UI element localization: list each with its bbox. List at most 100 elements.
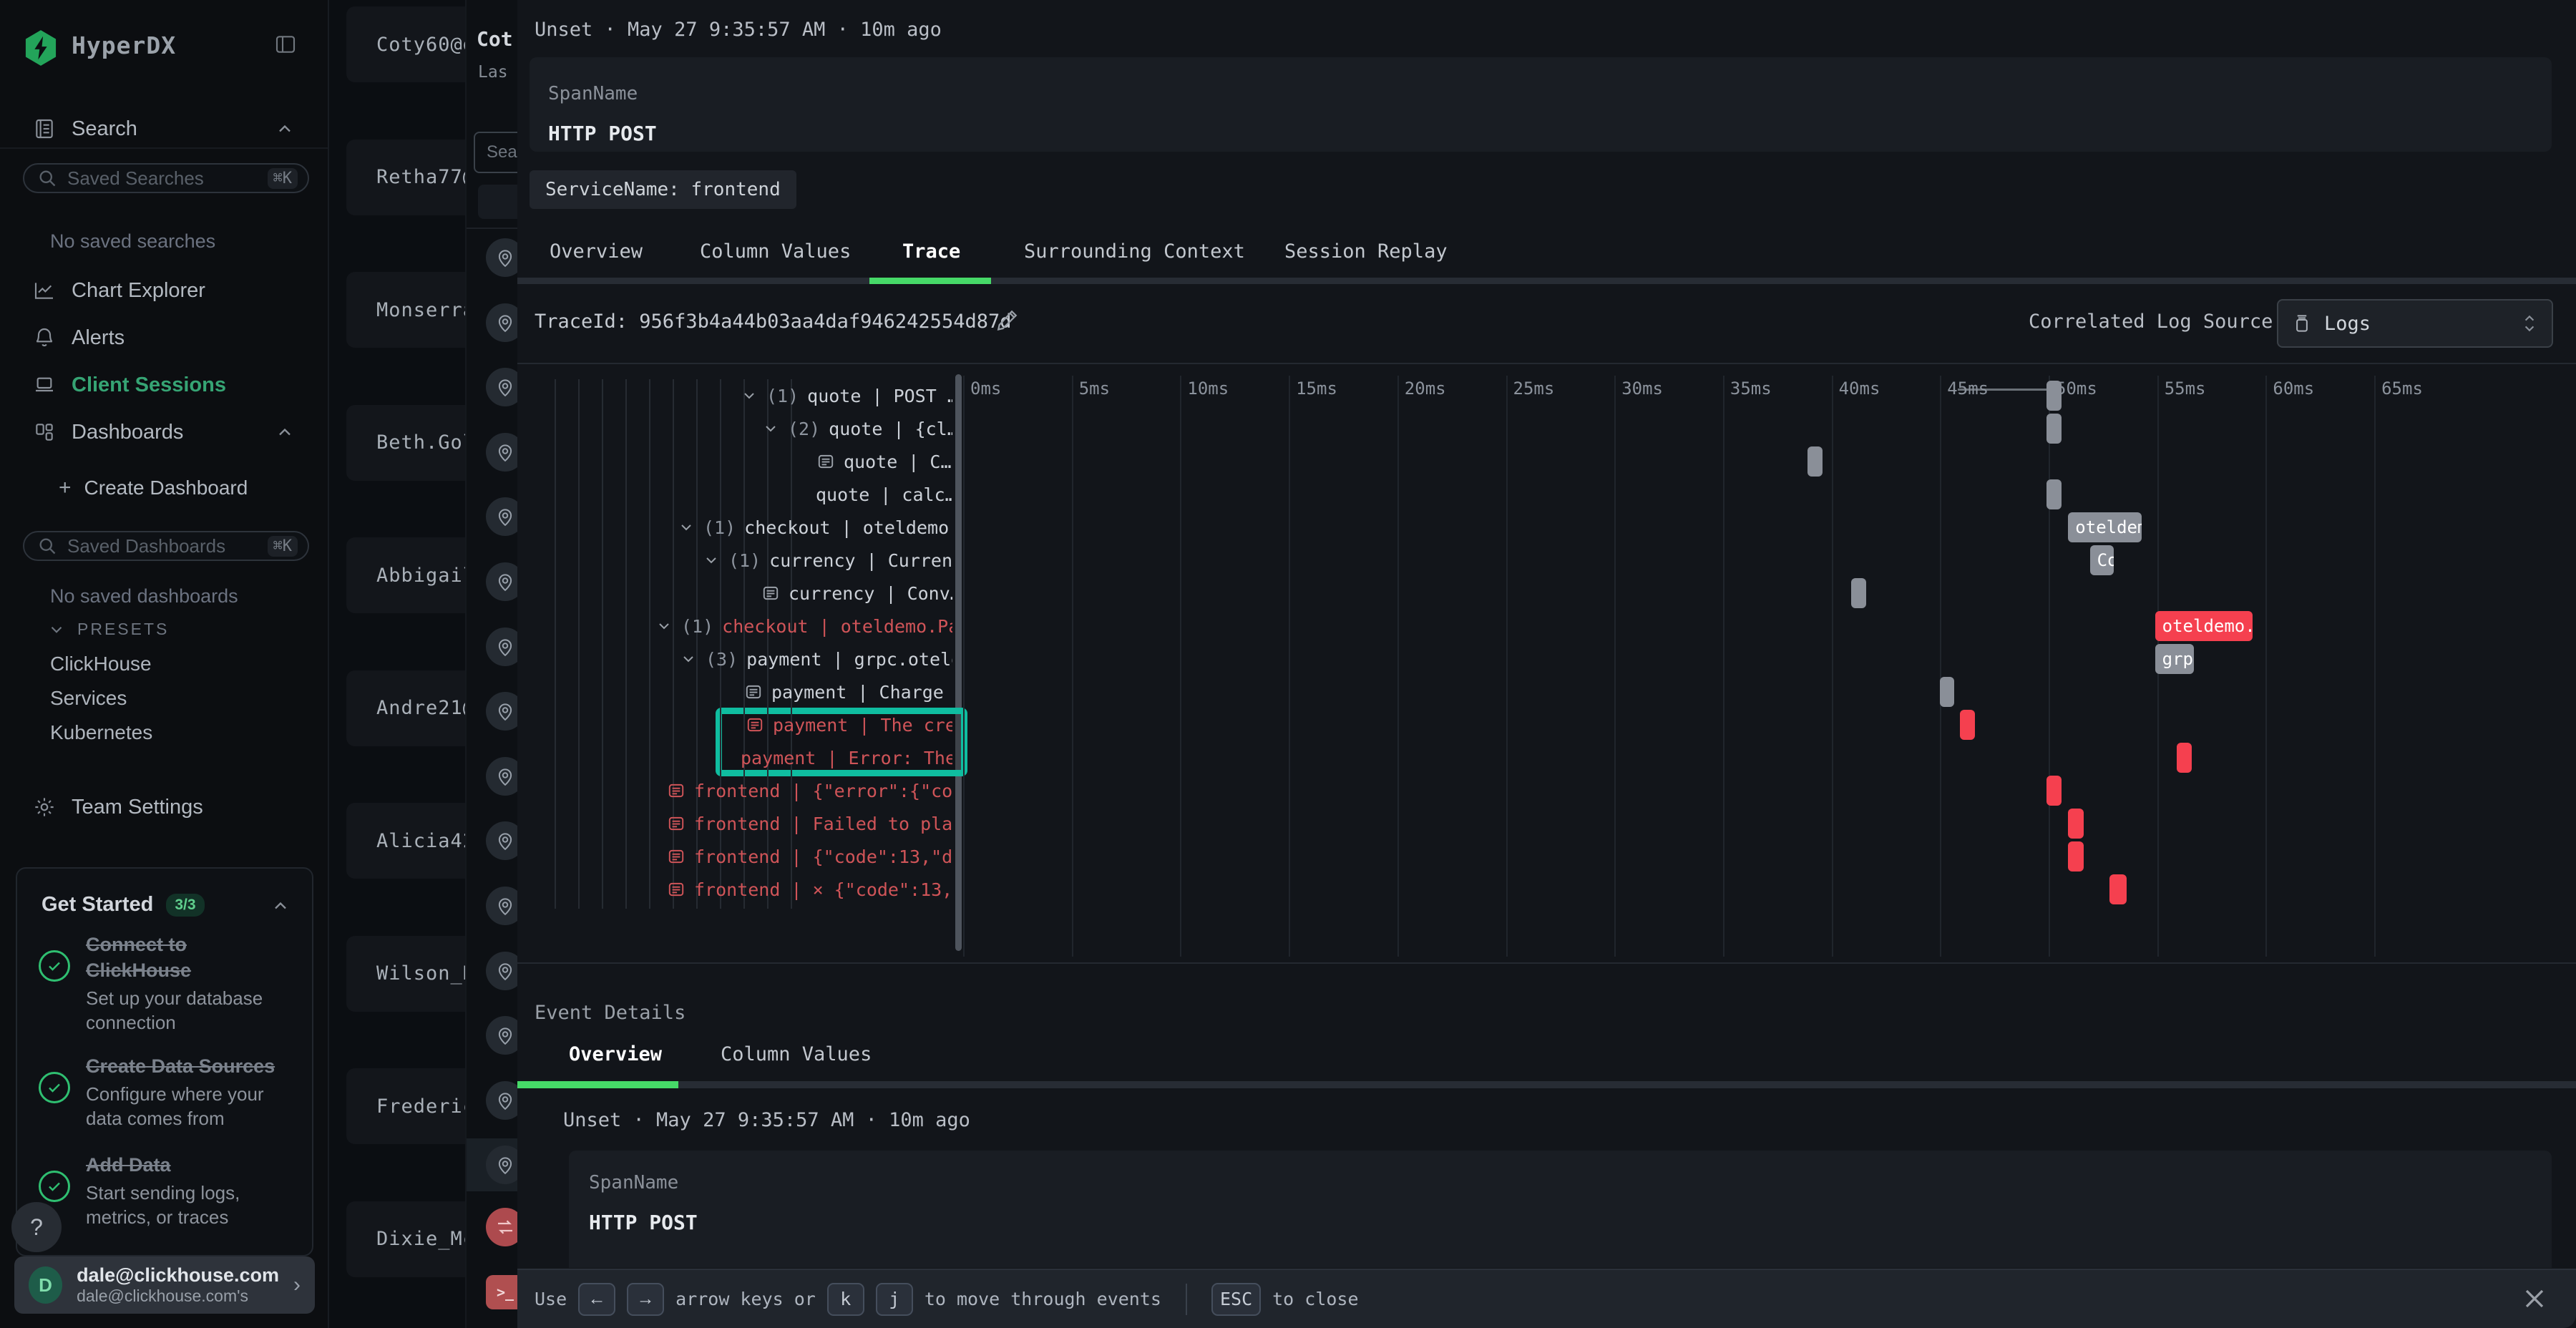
j-key[interactable]: j [876,1283,913,1316]
sidebar-item-alerts[interactable]: Alerts [0,319,329,356]
session-search-input[interactable]: Sea [474,132,517,173]
trace-tree-row[interactable]: frontend | {"error":{"code… [667,776,952,805]
trace-tree-row[interactable]: quote | calc… [816,480,952,509]
span-duration-bar[interactable] [2046,479,2062,509]
sidebar-item-client-sessions[interactable]: Client Sessions [0,366,329,404]
session-list-item[interactable]: Coty60@g [346,6,465,82]
get-started-step[interactable]: Create Data SourcesConfigure where your … [39,1053,296,1131]
map-pin-icon[interactable] [486,757,517,796]
session-list-item[interactable]: Abbigail [346,537,465,613]
chevron-up-icon[interactable] [275,422,295,442]
event-tab-overview[interactable]: Overview [569,1043,662,1065]
tab-trace[interactable]: Trace [902,240,960,269]
sidebar-section-search[interactable]: Search [0,110,329,147]
span-duration-bar[interactable] [2046,414,2062,444]
map-pin-icon[interactable] [486,1016,517,1055]
trace-tree-row[interactable]: frontend | Failed to place… [667,809,952,838]
divider [467,228,517,229]
map-pin-icon[interactable] [486,1081,517,1120]
map-pin-icon[interactable] [486,628,517,666]
saved-dashboards-input[interactable]: Saved Dashboards ⌘K [23,531,309,561]
trace-tree-row[interactable]: payment | Error: The … [741,743,952,772]
trace-tree-row[interactable]: quote | C… [816,447,952,476]
trace-tree-row[interactable]: (1)checkout | oteldemo.… [678,513,952,542]
span-duration-bar[interactable] [2068,841,2083,872]
trace-tree-row[interactable]: (1)currency | Currenc… [703,546,952,575]
trace-tree-row[interactable]: payment | Charge … [744,678,952,706]
edit-pencil-icon[interactable] [995,308,1020,332]
span-duration-bar[interactable] [2068,809,2083,839]
get-started-step[interactable]: Connect to ClickHouseSet up your databas… [39,932,296,1035]
tab-column-values[interactable]: Column Values [700,240,851,269]
close-icon[interactable] [2519,1283,2550,1314]
session-list-item[interactable]: Alicia42 [346,803,465,879]
trace-tree-row[interactable]: (3)payment | grpc.oteld… [680,645,952,673]
tab-surrounding-context[interactable]: Surrounding Context [1024,240,1245,269]
session-button-fragment[interactable] [478,185,517,219]
span-duration-bar[interactable]: oteldemo. [2155,611,2253,641]
sidebar-item-dashboards[interactable]: Dashboards [0,414,329,451]
log-source-select[interactable]: Logs [2277,299,2553,348]
span-duration-bar[interactable]: oteldemo. [2068,512,2142,542]
terminal-icon[interactable]: >_ [486,1275,517,1309]
map-pin-icon[interactable] [486,368,517,406]
chevron-up-icon[interactable] [275,119,295,139]
collapse-sidebar-icon[interactable] [273,33,298,56]
swap-arrows-icon[interactable] [486,1208,517,1246]
map-pin-icon[interactable] [486,821,517,860]
span-duration-bar[interactable] [1807,446,1823,477]
session-list-item[interactable]: Retha77@ [346,140,465,215]
trace-tree-row[interactable]: (1)checkout | oteldemo.Pa… [655,612,952,640]
trace-tree-row[interactable]: (2)quote | {cl… [762,414,952,443]
esc-key[interactable]: ESC [1211,1283,1261,1316]
tab-overview[interactable]: Overview [550,240,643,269]
trace-tree-row[interactable]: payment | The cre… [746,711,952,739]
map-pin-icon[interactable] [486,433,517,472]
span-duration-bar[interactable]: grpc. [2155,644,2195,674]
span-duration-bar[interactable] [1960,710,1975,740]
map-pin-icon[interactable] [486,238,517,277]
service-name-chip[interactable]: ServiceName: frontend [530,170,796,209]
trace-tree-row[interactable]: frontend | {"code":13,"det… [667,842,952,871]
tab-session-replay[interactable]: Session Replay [1284,240,1448,269]
help-button[interactable]: ? [11,1202,62,1252]
waterfall-scrollbar[interactable] [955,374,962,951]
span-duration-bar[interactable] [1851,578,1866,608]
trace-tree-row[interactable]: currency | Conv… [761,579,952,607]
session-list-item[interactable]: Beth.Gol [346,405,465,481]
event-tab-column-values[interactable]: Column Values [721,1043,872,1065]
map-pin-icon[interactable] [486,887,517,925]
trace-tree-row[interactable]: (1)quote | POST … [741,381,952,410]
session-list-item[interactable]: Wilson_H [346,936,465,1012]
session-list-item[interactable]: Dixie_Mc [346,1201,465,1277]
create-dashboard-button[interactable]: + Create Dashboard [0,469,329,507]
arrow-left-key[interactable]: ← [578,1283,615,1316]
sidebar-item-team-settings[interactable]: Team Settings [0,788,329,826]
arrow-right-key[interactable]: → [627,1283,664,1316]
span-duration-bar[interactable] [1940,677,1954,707]
get-started-step[interactable]: Add DataStart sending logs, metrics, or … [39,1152,296,1229]
preset-services[interactable]: Services [50,687,127,710]
span-duration-bar[interactable] [2177,743,2192,773]
span-duration-bar[interactable]: Co [2090,545,2114,575]
map-pin-icon[interactable] [486,303,517,342]
session-list-item[interactable]: Andre21@ [346,670,465,746]
map-pin-icon[interactable] [486,692,517,731]
trace-tree-row[interactable]: frontend | × {"code":13,"d… [667,875,952,904]
map-pin-icon[interactable] [486,952,517,990]
map-pin-icon[interactable] [486,497,517,536]
session-list-item[interactable]: Frederic [346,1068,465,1144]
preset-clickhouse[interactable]: ClickHouse [50,653,152,675]
preset-kubernetes[interactable]: Kubernetes [50,721,152,744]
span-duration-bar[interactable] [2046,381,2062,411]
k-key[interactable]: k [827,1283,864,1316]
presets-header[interactable]: PRESETS [47,620,169,639]
span-duration-bar[interactable] [2109,874,2127,904]
saved-searches-input[interactable]: Saved Searches ⌘K [23,163,309,193]
chevron-up-icon[interactable] [270,896,291,916]
sidebar-item-chart-explorer[interactable]: Chart Explorer [0,272,329,309]
map-pin-icon[interactable] [486,562,517,601]
session-list-item[interactable]: Monserra [346,272,465,348]
user-menu[interactable]: D dale@clickhouse.com dale@clickhouse.co… [14,1256,315,1314]
span-duration-bar[interactable] [2046,776,2062,806]
